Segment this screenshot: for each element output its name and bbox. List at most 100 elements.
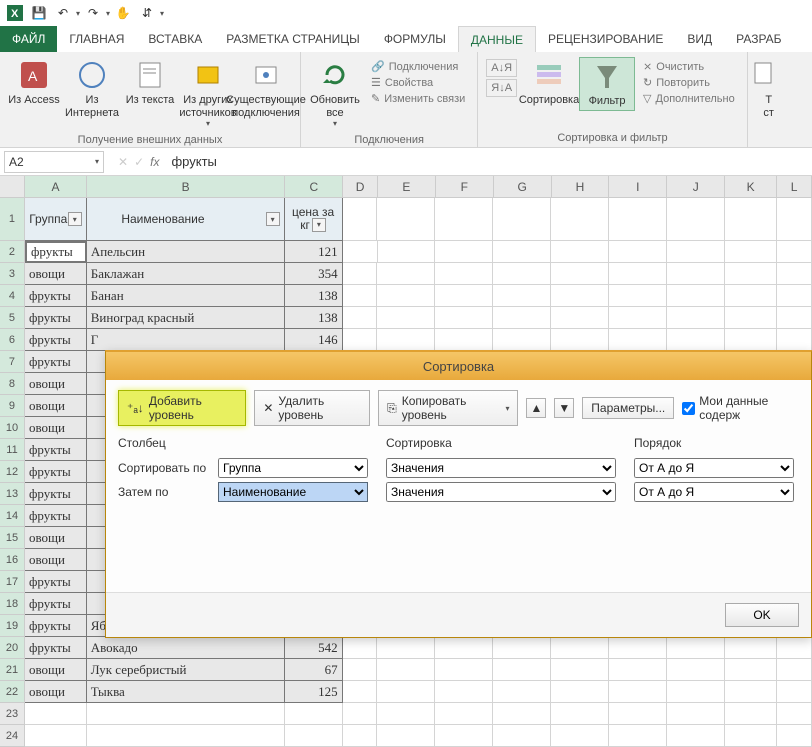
tab-review[interactable]: РЕЦЕНЗИРОВАНИЕ xyxy=(536,26,675,52)
cell[interactable] xyxy=(377,285,435,307)
cell[interactable] xyxy=(377,659,435,681)
cell[interactable] xyxy=(551,263,609,285)
cell-B4[interactable]: Банан xyxy=(87,285,285,307)
cell[interactable] xyxy=(343,725,378,747)
cell[interactable] xyxy=(551,285,609,307)
cell[interactable] xyxy=(377,703,435,725)
cell[interactable] xyxy=(551,703,609,725)
row-header-23[interactable]: 23 xyxy=(0,703,25,725)
cell[interactable] xyxy=(377,681,435,703)
filter-icon[interactable]: ▾ xyxy=(312,218,326,232)
cell[interactable] xyxy=(777,725,812,747)
filter-button[interactable]: Фильтр xyxy=(579,57,635,111)
edit-links-button[interactable]: ✎Изменить связи xyxy=(369,91,467,106)
cell[interactable] xyxy=(667,681,725,703)
cell[interactable] xyxy=(435,659,493,681)
cell[interactable] xyxy=(777,241,812,263)
cell[interactable] xyxy=(343,263,378,285)
cell[interactable] xyxy=(609,241,667,263)
cell[interactable] xyxy=(435,307,493,329)
cell-A11[interactable]: фрукты xyxy=(25,439,87,461)
row-header-8[interactable]: 8 xyxy=(0,373,25,395)
col-header-B[interactable]: B xyxy=(87,176,286,197)
cell[interactable] xyxy=(551,725,609,747)
row-header-3[interactable]: 3 xyxy=(0,263,25,285)
cell[interactable] xyxy=(777,263,812,285)
cell[interactable] xyxy=(725,681,777,703)
redo-icon[interactable]: ↷ xyxy=(82,2,104,24)
table-header-B[interactable]: Наименование▾ xyxy=(87,198,285,241)
cell[interactable] xyxy=(777,198,812,241)
reapply-button[interactable]: ↻Повторить xyxy=(641,75,737,90)
cell[interactable] xyxy=(343,241,378,263)
cell-C5[interactable]: 138 xyxy=(285,307,343,329)
existing-connections-button[interactable]: Существующие подключения xyxy=(238,57,294,121)
name-box[interactable]: A2▾ xyxy=(4,151,104,173)
cell[interactable] xyxy=(493,329,551,351)
sort-by-order-select[interactable]: От А до Я xyxy=(634,458,794,478)
cell[interactable] xyxy=(343,198,378,241)
tab-home[interactable]: ГЛАВНАЯ xyxy=(57,26,136,52)
tab-formulas[interactable]: ФОРМУЛЫ xyxy=(372,26,458,52)
cell-C20[interactable]: 542 xyxy=(285,637,343,659)
cell-B3[interactable]: Баклажан xyxy=(87,263,285,285)
cell-B20[interactable]: Авокадо xyxy=(87,637,285,659)
col-header-I[interactable]: I xyxy=(609,176,667,197)
cell[interactable] xyxy=(725,329,777,351)
cell-A23[interactable] xyxy=(25,703,87,725)
col-header-J[interactable]: J xyxy=(667,176,725,197)
table-header-A[interactable]: Группа▾ xyxy=(25,198,87,241)
row-header-9[interactable]: 9 xyxy=(0,395,25,417)
row-header-15[interactable]: 15 xyxy=(0,527,25,549)
col-header-C[interactable]: C xyxy=(285,176,343,197)
cell[interactable] xyxy=(725,637,777,659)
cell-C21[interactable]: 67 xyxy=(285,659,343,681)
sort-button[interactable]: Сортировка xyxy=(521,57,577,109)
row-header-4[interactable]: 4 xyxy=(0,285,25,307)
cell-A18[interactable]: фрукты xyxy=(25,593,87,615)
col-header-G[interactable]: G xyxy=(494,176,552,197)
from-access-button[interactable]: AИз Access xyxy=(6,57,62,109)
cell[interactable] xyxy=(667,329,725,351)
cell-C24[interactable] xyxy=(285,725,343,747)
cell[interactable] xyxy=(493,681,551,703)
cell[interactable] xyxy=(493,725,551,747)
cell[interactable] xyxy=(377,329,435,351)
cell[interactable] xyxy=(725,263,777,285)
tab-file[interactable]: ФАЙЛ xyxy=(0,26,57,52)
tab-developer[interactable]: РАЗРАБ xyxy=(724,26,793,52)
sort-az-button[interactable]: А↓Я xyxy=(486,59,517,77)
cell[interactable] xyxy=(667,703,725,725)
cell-A9[interactable]: овощи xyxy=(25,395,87,417)
cell[interactable] xyxy=(609,725,667,747)
undo-dropdown-icon[interactable]: ▾ xyxy=(76,9,80,18)
cell[interactable] xyxy=(667,241,725,263)
cell[interactable] xyxy=(435,285,493,307)
cell[interactable] xyxy=(609,198,667,241)
cell[interactable] xyxy=(493,198,551,241)
cell-A8[interactable]: овощи xyxy=(25,373,87,395)
refresh-all-button[interactable]: Обновить все▾ xyxy=(307,57,363,130)
enter-formula-icon[interactable]: ✓ xyxy=(134,155,144,169)
cancel-formula-icon[interactable]: ✕ xyxy=(118,155,128,169)
cell-A7[interactable]: фрукты xyxy=(25,351,87,373)
cell-B22[interactable]: Тыква xyxy=(87,681,285,703)
cell-B2[interactable]: Апельсин xyxy=(87,241,285,263)
cell-B24[interactable] xyxy=(87,725,285,747)
cell[interactable] xyxy=(343,307,378,329)
delete-level-button[interactable]: ✕Удалить уровень xyxy=(254,390,370,426)
cell[interactable] xyxy=(551,241,609,263)
then-by-order-select[interactable]: От А до Я xyxy=(634,482,794,502)
qat-customize-icon[interactable]: ▾ xyxy=(160,9,164,18)
cell[interactable] xyxy=(435,329,493,351)
cell[interactable] xyxy=(551,329,609,351)
cell[interactable] xyxy=(609,703,667,725)
cell-A12[interactable]: фрукты xyxy=(25,461,87,483)
add-level-button[interactable]: ⁺ₐ↓Добавить уровень xyxy=(118,390,246,426)
row-header-6[interactable]: 6 xyxy=(0,329,25,351)
cell[interactable] xyxy=(493,263,551,285)
sort-by-column-select[interactable]: Группа xyxy=(218,458,368,478)
select-all-corner[interactable] xyxy=(0,176,25,197)
cell[interactable] xyxy=(609,659,667,681)
cell[interactable] xyxy=(493,703,551,725)
